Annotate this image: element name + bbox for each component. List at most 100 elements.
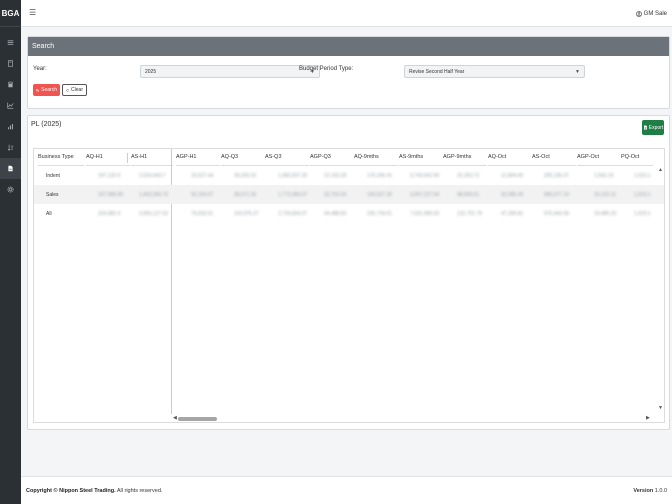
table-cell: 47,336.81 xyxy=(501,210,524,217)
table-cell: 3,743,642.00 xyxy=(410,172,440,179)
column-header-as-q3[interactable]: AS-Q3 xyxy=(265,149,309,166)
user-menu[interactable]: GM Sale xyxy=(635,11,667,17)
table-cell: 19,485.33 xyxy=(594,210,617,217)
file-report-icon[interactable] xyxy=(0,158,21,179)
table-cell: 1,403,369.75 xyxy=(139,191,169,198)
table-cell: 3,007,227.54 xyxy=(410,191,440,198)
scroll-down-arrow-icon[interactable]: ▼ xyxy=(658,405,663,411)
table-row[interactable]: All 224,082.4 3,063,127.52 79,532.01 116… xyxy=(34,204,664,223)
search-button[interactable]: Search xyxy=(33,84,60,96)
column-header-agp-q3[interactable]: AGP-Q3 xyxy=(310,149,354,166)
gear-icon[interactable] xyxy=(0,179,21,200)
row-business-type: Sales xyxy=(46,191,59,198)
table-cell: 92,154.07 xyxy=(191,191,214,198)
column-header-aq-oct[interactable]: AQ-Oct xyxy=(488,149,532,166)
table-cell: 22,263.72 xyxy=(457,172,480,179)
budget-period-value: Revise Second Half Year xyxy=(409,68,465,75)
scroll-left-arrow-icon[interactable]: ◀ xyxy=(173,415,177,421)
column-header-pq-oct[interactable]: PQ-Oct xyxy=(621,149,653,166)
column-divider xyxy=(127,153,128,163)
menu-list-icon[interactable] xyxy=(0,32,21,53)
horizontal-scrollbar[interactable]: ◀ ▶ xyxy=(173,415,653,422)
table-cell: 12,193.28 xyxy=(324,172,347,179)
year-select[interactable]: 2025 ▼ xyxy=(140,65,320,78)
column-header-aq-9mths[interactable]: AQ-9mths xyxy=(354,149,398,166)
column-header-agp-9mths[interactable]: AGP-9mths xyxy=(443,149,487,166)
table-cell: 2,024,443.7 xyxy=(139,172,166,179)
table-cell: 7,031,585.03 xyxy=(410,210,440,217)
column-header-business-type[interactable]: Business Type xyxy=(38,149,84,166)
table-cell: 1,023.1 xyxy=(634,210,651,217)
book-icon[interactable] xyxy=(0,53,21,74)
bar-chart-icon[interactable] xyxy=(0,116,21,137)
pl-title: PL (2025) xyxy=(31,121,62,128)
column-header-as-9mths[interactable]: AS-9mths xyxy=(399,149,443,166)
budget-period-select[interactable]: Revise Second Half Year ▼ xyxy=(404,65,585,78)
copyright: Copyright © Nippon Steel Trading. All ri… xyxy=(26,488,162,494)
table-cell: 107,589.90 xyxy=(98,191,124,198)
table-cell: 38,071.36 xyxy=(234,191,257,198)
table-cell: 12,804.40 xyxy=(501,172,524,179)
sort-icon[interactable] xyxy=(0,137,21,158)
export-button-label: Export xyxy=(648,124,664,131)
user-icon xyxy=(635,11,642,17)
export-button[interactable]: Export xyxy=(642,120,664,135)
top-navbar: ☰ GM Sale xyxy=(21,0,672,27)
column-header-agp-oct[interactable]: AGP-Oct xyxy=(577,149,621,166)
search-header: Search xyxy=(28,37,669,56)
table-cell: 16,122.11 xyxy=(594,191,616,198)
clear-button-label: Clear xyxy=(71,87,83,93)
copyright-prefix: Copyright © xyxy=(26,487,58,494)
column-header-aq-q3[interactable]: AQ-Q3 xyxy=(221,149,265,166)
year-value: 2025 xyxy=(145,68,157,75)
column-header-agp-h1[interactable]: AGP-H1 xyxy=(176,149,220,166)
footer: Copyright © Nippon Steel Trading. All ri… xyxy=(21,476,672,504)
calculator-icon[interactable] xyxy=(0,74,21,95)
table-cell: 680,077.10 xyxy=(544,191,570,198)
table-row[interactable]: Sales 107,589.90 1,403,369.75 92,154.07 … xyxy=(34,185,664,204)
table-cell: 98,506.61 xyxy=(457,191,480,198)
table-cell: 10,527.44 xyxy=(191,172,214,179)
scroll-right-arrow-icon[interactable]: ▶ xyxy=(646,415,650,421)
rights-text: All rights reserved. xyxy=(116,487,163,494)
user-name: GM Sale xyxy=(643,11,667,17)
row-business-type: Indent xyxy=(46,172,60,179)
search-button-label: Search xyxy=(41,87,57,93)
version-label: Version xyxy=(633,487,654,494)
table-cell: 176,336.41 xyxy=(367,172,393,179)
budget-period-label: Budget Period Type: xyxy=(299,66,354,72)
brand-logo[interactable]: BGA xyxy=(0,0,21,27)
search-icon xyxy=(36,88,40,92)
table-cell: 1,023.1 xyxy=(634,191,651,198)
scrollbar-thumb[interactable] xyxy=(178,417,217,421)
table-cell: 44,488.83 xyxy=(324,210,347,217)
column-header-as-h1[interactable]: AS-H1 xyxy=(131,149,173,166)
table-cell: 116,975.27 xyxy=(234,210,259,217)
table-cell: 32,085.39 xyxy=(501,191,524,198)
table-cell: 3,063,127.52 xyxy=(139,210,169,217)
pl-card: PL (2025) Export Business Type AQ-H1 AS-… xyxy=(27,115,670,430)
column-header-aq-h1[interactable]: AQ-H1 xyxy=(86,149,130,166)
table-cell: 32,753.34 xyxy=(324,191,347,198)
hamburger-icon[interactable]: ☰ xyxy=(29,8,36,17)
clear-button[interactable]: Clear xyxy=(62,84,87,96)
column-header-as-oct[interactable]: AS-Oct xyxy=(532,149,576,166)
table-cell: 122,701.79 xyxy=(457,210,483,217)
table-cell: 1,562.19 xyxy=(594,172,614,179)
table-cell: 39,203.32 xyxy=(234,172,257,179)
year-label: Year: xyxy=(33,66,47,72)
row-business-type: All xyxy=(46,210,52,217)
version: Version 1.0.0 xyxy=(633,488,667,494)
table-row[interactable]: Indent 197,132.9 2,024,443.7 10,527.44 3… xyxy=(34,166,664,185)
table-cell: 2,734,604.07 xyxy=(278,210,308,217)
table-cell: 970,443.56 xyxy=(544,210,570,217)
table-cell: 224,082.4 xyxy=(98,210,121,217)
file-excel-icon xyxy=(643,125,647,130)
scroll-up-arrow-icon[interactable]: ▲ xyxy=(658,167,663,173)
search-card: Search Year: 2025 ▼ Budget Period Type: … xyxy=(27,36,670,109)
table-cell: 1,773,389.07 xyxy=(278,191,308,198)
table-cell: 156,627.30 xyxy=(367,191,393,198)
refresh-icon xyxy=(66,88,69,92)
table-cell: 197,132.9 xyxy=(98,172,121,179)
line-chart-icon[interactable] xyxy=(0,95,21,116)
